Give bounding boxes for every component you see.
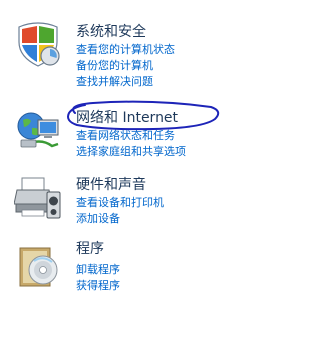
programs-disc-icon[interactable]	[14, 242, 62, 290]
category-title-programs[interactable]: 程序	[76, 240, 104, 258]
link-find-fix-problems[interactable]: 查找并解决问题	[76, 74, 175, 90]
category-title-system-security[interactable]: 系统和安全	[76, 23, 146, 41]
category-links-programs: 卸载程序 获得程序	[76, 262, 120, 294]
link-add-device[interactable]: 添加设备	[76, 211, 164, 227]
network-globe-icon[interactable]	[14, 108, 62, 156]
link-get-programs[interactable]: 获得程序	[76, 278, 120, 294]
category-title-hardware-sound[interactable]: 硬件和声音	[76, 176, 146, 194]
link-view-network-status[interactable]: 查看网络状态和任务	[76, 128, 186, 144]
link-uninstall-program[interactable]: 卸载程序	[76, 262, 120, 278]
link-view-devices-printers[interactable]: 查看设备和打印机	[76, 195, 164, 211]
link-view-computer-status[interactable]: 查看您的计算机状态	[76, 42, 175, 58]
printer-speaker-icon[interactable]	[14, 174, 62, 222]
category-links-system-security: 查看您的计算机状态 备份您的计算机 查找并解决问题	[76, 42, 175, 90]
category-title-network-internet[interactable]: 网络和 Internet	[76, 109, 178, 127]
category-links-network-internet: 查看网络状态和任务 选择家庭组和共享选项	[76, 128, 186, 160]
category-links-hardware-sound: 查看设备和打印机 添加设备	[76, 195, 164, 227]
link-backup-computer[interactable]: 备份您的计算机	[76, 58, 175, 74]
security-shield-icon[interactable]	[14, 20, 62, 68]
link-homegroup-sharing-options[interactable]: 选择家庭组和共享选项	[76, 144, 186, 160]
